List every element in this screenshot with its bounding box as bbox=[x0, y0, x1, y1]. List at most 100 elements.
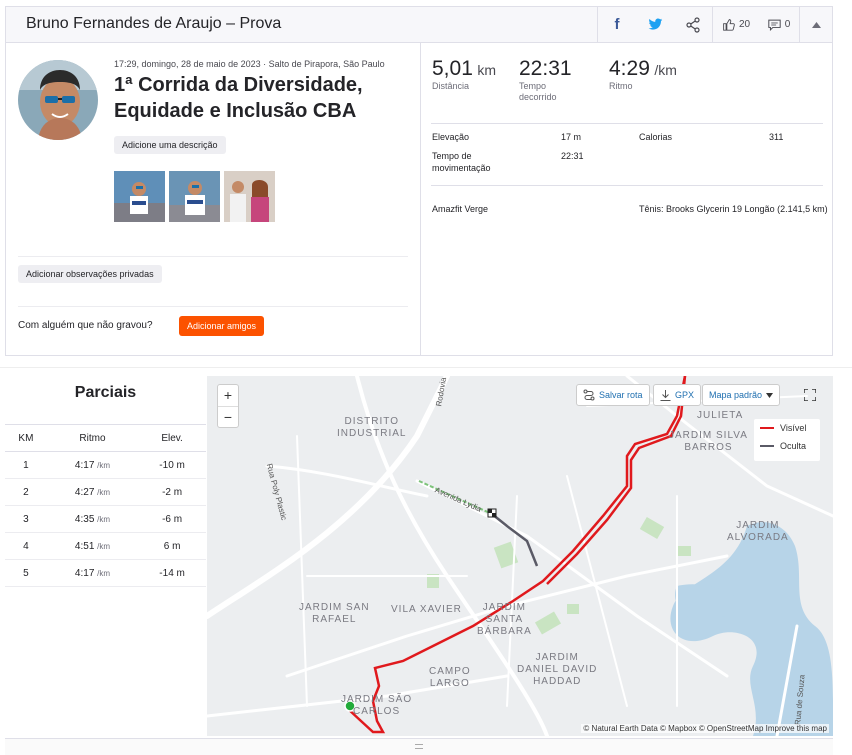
facebook-share-button[interactable]: f bbox=[597, 7, 636, 42]
kudos-button[interactable]: 20 bbox=[712, 7, 759, 42]
add-description-button[interactable]: Adicione uma descrição bbox=[114, 136, 226, 154]
divider bbox=[18, 256, 408, 257]
split-pace: 4:17 bbox=[74, 459, 95, 471]
fullscreen-icon bbox=[804, 389, 816, 401]
save-route-button[interactable]: Salvar rota bbox=[576, 384, 650, 406]
activity-header: Bruno Fernandes de Araujo – Prova f 20 0 bbox=[6, 7, 832, 43]
pace-value: 4:29 bbox=[609, 57, 650, 80]
street-label: Rua Poly Plastic bbox=[264, 462, 289, 522]
table-row[interactable]: 4 4:51 /km 6 m bbox=[5, 532, 206, 560]
map-label: JARDIM DANIEL DAVID HADDAD bbox=[517, 652, 598, 687]
table-row[interactable]: 3 4:35 /km -6 m bbox=[5, 505, 206, 533]
map-label: CAMPO LARGO bbox=[429, 666, 471, 689]
map-style-label: Mapa padrão bbox=[709, 390, 763, 400]
map-label: DISTRITO INDUSTRIAL bbox=[337, 416, 407, 439]
col-elev: Elev. bbox=[138, 424, 206, 452]
moving-time-value: 22:31 bbox=[561, 151, 584, 161]
resize-handle[interactable] bbox=[5, 738, 833, 755]
table-row[interactable]: 1 4:17 /km -10 m bbox=[5, 451, 206, 479]
map-label: JARDIM SAN RAFAEL bbox=[299, 602, 370, 625]
chevron-up-icon bbox=[811, 21, 821, 28]
twitter-icon bbox=[648, 18, 662, 30]
map-label: JULIETA bbox=[697, 410, 744, 421]
table-row[interactable]: 2 4:27 /km -2 m bbox=[5, 478, 206, 506]
avatar[interactable] bbox=[18, 60, 98, 140]
pace-label: Ritmo bbox=[609, 81, 633, 91]
split-elev: -14 m bbox=[138, 559, 206, 587]
activity-title: 1ª Corrida da Diversidade, Equidade e In… bbox=[114, 74, 363, 122]
legend-visible-label: Visível bbox=[780, 423, 807, 433]
split-km: 1 bbox=[5, 451, 47, 479]
map-label: JARDIM SILVA BARROS bbox=[669, 430, 748, 453]
zoom-in-button[interactable]: + bbox=[218, 385, 238, 407]
activity-stats: 5,01 km Distância 22:31 Tempo decorrido … bbox=[421, 43, 832, 355]
split-km: 3 bbox=[5, 505, 47, 533]
split-elev: -6 m bbox=[138, 505, 206, 533]
split-elev: 6 m bbox=[138, 532, 206, 560]
map-label: JARDIM SANTA BÁRBARA bbox=[477, 602, 532, 637]
activity-summary: 17:29, domingo, 28 de maio de 2023 · Sal… bbox=[6, 43, 421, 355]
split-pace: 4:51 bbox=[74, 540, 95, 552]
photo-thumbnails bbox=[114, 171, 275, 222]
map-label: JARDIM SÃO CARLOS bbox=[341, 694, 413, 717]
map-label: JARDIM ALVORADA bbox=[727, 520, 789, 543]
gpx-label: GPX bbox=[675, 390, 695, 400]
shoes-info[interactable]: Tênis: Brooks Glycerin 19 Longão (2.141,… bbox=[639, 203, 829, 215]
photo-thumbnail[interactable] bbox=[224, 171, 275, 222]
elapsed-label: Tempo decorrido bbox=[519, 81, 557, 102]
device-name: Amazfit Verge bbox=[432, 204, 489, 214]
splits-table: KM Ritmo Elev. 1 4:17 /km -10 m 2 4:27 /… bbox=[5, 424, 206, 587]
legend-visible: Visível bbox=[754, 419, 820, 437]
add-private-notes-button[interactable]: Adicionar observações privadas bbox=[18, 265, 162, 283]
divider bbox=[431, 185, 823, 186]
street-label: Rodovia bbox=[434, 376, 449, 408]
zoom-out-button[interactable]: − bbox=[218, 407, 238, 428]
photo-thumbnail[interactable] bbox=[169, 171, 220, 222]
splits-title: Parciais bbox=[74, 384, 137, 401]
legend-swatch bbox=[760, 427, 774, 429]
collapse-button[interactable] bbox=[799, 7, 832, 42]
comments-button[interactable]: 0 bbox=[759, 7, 799, 42]
share-button[interactable] bbox=[674, 7, 712, 42]
download-icon bbox=[660, 389, 671, 401]
street-label: Avenida Lydia bbox=[433, 485, 483, 514]
kudos-count: 20 bbox=[738, 19, 751, 30]
split-elev: -10 m bbox=[138, 451, 206, 479]
pace-unit: /km bbox=[97, 487, 111, 497]
photo-thumbnail[interactable] bbox=[114, 171, 165, 222]
pace-unit: /km bbox=[97, 568, 111, 578]
add-friends-button[interactable]: Adicionar amigos bbox=[179, 316, 265, 336]
split-km: 2 bbox=[5, 478, 47, 506]
table-row[interactable]: 5 4:17 /km -14 m bbox=[5, 559, 206, 587]
activity-card: Bruno Fernandes de Araujo – Prova f 20 0 bbox=[5, 6, 833, 356]
divider bbox=[18, 306, 408, 307]
gpx-button[interactable]: GPX bbox=[653, 384, 702, 406]
chevron-down-icon bbox=[766, 392, 774, 398]
twitter-share-button[interactable] bbox=[636, 7, 674, 42]
route-icon bbox=[583, 389, 595, 401]
stat-elapsed-time: 22:31 Tempo decorrido bbox=[519, 57, 572, 103]
map-attribution[interactable]: © Natural Earth Data © Mapbox © OpenStre… bbox=[581, 724, 829, 733]
section-divider bbox=[0, 367, 852, 368]
pace-unit: /km bbox=[97, 514, 111, 524]
split-pace: 4:17 bbox=[74, 567, 95, 579]
divider bbox=[431, 123, 823, 124]
split-km: 5 bbox=[5, 559, 47, 587]
map-style-dropdown[interactable]: Mapa padrão bbox=[702, 384, 781, 406]
thumbs-up-icon bbox=[723, 19, 735, 31]
with-someone-text: Com alguém que não gravou? bbox=[18, 320, 153, 331]
splits-header-row: KM Ritmo Elev. bbox=[5, 424, 206, 452]
col-pace: Ritmo bbox=[46, 424, 139, 452]
moving-time-label: Tempo de movimentação bbox=[432, 151, 491, 173]
legend-hidden: Oculta bbox=[754, 437, 820, 455]
fullscreen-button[interactable] bbox=[797, 384, 823, 406]
distance-label: Distância bbox=[432, 81, 470, 91]
split-pace: 4:27 bbox=[74, 486, 95, 498]
split-pace: 4:35 bbox=[74, 513, 95, 525]
save-route-label: Salvar rota bbox=[599, 390, 643, 400]
route-map[interactable]: DISTRITO INDUSTRIAL JULIETA JARDIM SILVA B… bbox=[207, 376, 833, 736]
street-label: Rua de Souza bbox=[793, 674, 807, 726]
header-actions: f 20 0 bbox=[597, 7, 832, 42]
comments-count: 0 bbox=[784, 19, 791, 30]
calories-label: Calorias bbox=[639, 132, 673, 142]
